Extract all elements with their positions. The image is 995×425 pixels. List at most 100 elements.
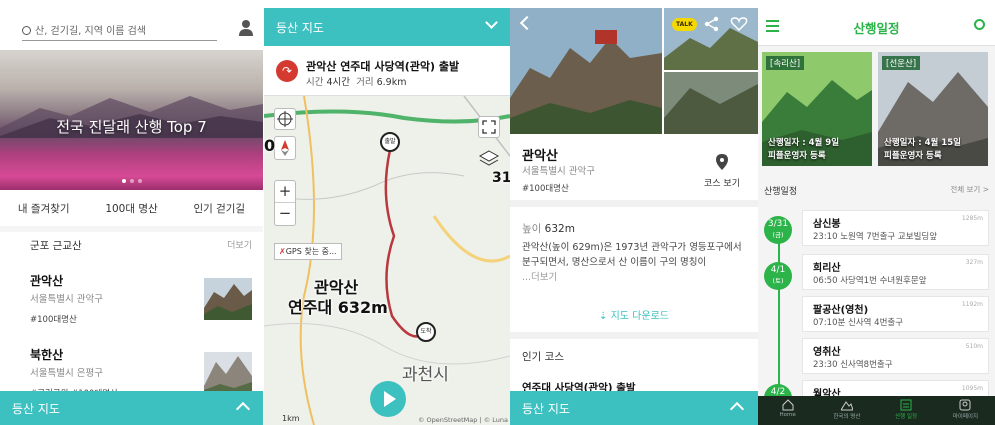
- timeline-line: [778, 218, 780, 393]
- top100-link[interactable]: 100대 명산: [105, 201, 157, 216]
- route-meta: 시간 4시간 거리 6.9km: [306, 77, 407, 88]
- trip-name: 희리산: [813, 263, 841, 274]
- search-placeholder: 산, 걷기길, 지역 이름 검색: [35, 26, 147, 37]
- carousel-dots[interactable]: [0, 173, 263, 186]
- list-item[interactable]: 관악산 서울특별시 관악구 #100대명산: [30, 272, 252, 332]
- view-all-link[interactable]: 전체 보기 >: [950, 184, 989, 195]
- search-icon[interactable]: [974, 19, 985, 30]
- more-link[interactable]: ...더보기: [522, 272, 557, 283]
- trip-date: 산행일자 : 4월 9일: [768, 138, 840, 148]
- featured-trip-card[interactable]: [속리산] 산행일자 : 4월 9일 피플운영자 등록: [762, 52, 872, 166]
- peak-subtitle: 연주대 632m: [288, 298, 388, 317]
- compass-button[interactable]: [274, 108, 296, 130]
- zoom-in-button[interactable]: +: [275, 181, 295, 203]
- drawer-label: 등산 지도: [522, 402, 570, 416]
- mountain-detail-screen: TALK 관악산 서울특별시 관악구 #100대명산 코스 보기 높이 632m…: [510, 8, 758, 425]
- schedule-screen: 산행일정 [속리산] 산행일자 : 4월 9일 피플운영자 등록 [선운산] 산…: [758, 8, 995, 425]
- section-header: 군포 근교산 더보기: [30, 238, 252, 253]
- mountain-description: 관악산(높이 629m)은 1973년 관악구가 영등포구에서 분구되면서, 명…: [522, 242, 742, 283]
- end-marker[interactable]: 도착: [416, 322, 436, 342]
- zoom-out-button[interactable]: −: [275, 203, 295, 225]
- mountain-thumbnail: [204, 352, 252, 394]
- table-row[interactable]: 영취산 23:30 신사역8번출구 510m: [802, 338, 989, 374]
- zoom-control[interactable]: + −: [274, 180, 296, 226]
- table-row[interactable]: 삼신봉 23:10 노원역 7번출구 교보빌딩앞 1285m: [802, 210, 989, 246]
- chevron-up-icon: [729, 401, 745, 417]
- map-scale: 1km: [282, 414, 300, 423]
- trip-detail: 06:50 사당역1번 수녀원후문앞: [813, 276, 927, 286]
- map-drawer-bar[interactable]: 등산 지도: [510, 391, 758, 425]
- photo-gallery[interactable]: TALK: [510, 8, 758, 134]
- expand-icon: [482, 120, 496, 134]
- table-row[interactable]: 희리산 06:50 사당역1번 수녀원후문앞 327m: [802, 254, 989, 290]
- north-arrow-icon: [281, 140, 289, 156]
- trip-height: 1095m: [961, 385, 983, 392]
- trip-name: 삼신봉: [813, 219, 841, 230]
- mountain-thumbnail: [204, 278, 252, 320]
- popular-trails-link[interactable]: 인기 걷기길: [193, 201, 245, 216]
- home-icon: [782, 399, 794, 411]
- fullscreen-button[interactable]: [478, 116, 500, 138]
- trip-tag: [선운산]: [882, 56, 921, 70]
- map-download-button[interactable]: ⇣ 지도 다운로드: [510, 307, 758, 322]
- route-distance: 6.9km: [376, 77, 407, 88]
- more-link[interactable]: 더보기: [227, 238, 252, 251]
- drawer-label: 등산 지도: [12, 402, 60, 416]
- map-attribution: © OpenStreetMap | © Luna: [417, 416, 508, 424]
- route-info[interactable]: ↷ 관악산 연주대 사당역(관악) 출발 시간 4시간 거리 6.9km: [264, 46, 510, 96]
- gps-status: ✗GPS 찾는 중...: [274, 243, 342, 260]
- favorites-link[interactable]: 내 즐겨찾기: [18, 201, 70, 216]
- mypage-icon: [959, 399, 971, 411]
- city-label: 과천시: [402, 365, 449, 385]
- trail-map[interactable]: + − 0 31 ✗GPS 찾는 중... 관악산 연주대 632m 과천시 출…: [264, 96, 510, 425]
- hero-banner[interactable]: 전국 진달래 산행 Top 7: [0, 50, 263, 190]
- tab-schedule[interactable]: 산행 일정: [877, 396, 936, 425]
- crosshair-icon: [277, 111, 293, 127]
- trip-detail: 23:10 노원역 7번출구 교보빌딩앞: [813, 232, 938, 242]
- hero-title: 전국 진달래 산행 Top 7: [56, 118, 207, 136]
- user-icon[interactable]: [238, 19, 254, 37]
- schedule-header: 산행일정: [758, 8, 995, 46]
- calendar-icon: [900, 399, 912, 411]
- course-view-button[interactable]: 코스 보기: [700, 154, 744, 189]
- mountain-height: 높이 632m: [522, 223, 575, 235]
- layers-button[interactable]: [478, 148, 500, 170]
- map-screen: 등산 지도 ↷ 관악산 연주대 사당역(관악) 출발 시간 4시간 거리 6.9…: [264, 8, 510, 425]
- schedule-label: 산행일정: [764, 187, 798, 197]
- chevron-up-icon: [235, 401, 251, 417]
- trip-detail: 23:30 신사역8번출구: [813, 360, 893, 370]
- table-row[interactable]: 팔공산(영천) 07:10분 신사역 4번출구 1192m: [802, 296, 989, 332]
- trip-detail: 07:10분 신사역 4번출구: [813, 318, 904, 328]
- map-header[interactable]: 등산 지도: [264, 8, 510, 46]
- timeline-date: 4/1 (토): [764, 262, 792, 290]
- route-time: 4시간: [326, 77, 351, 88]
- share-icon[interactable]: [704, 16, 720, 32]
- page-title: 산행일정: [853, 21, 900, 36]
- mountain-icon: [840, 401, 853, 411]
- turn-right-icon: ↷: [276, 60, 298, 82]
- timeline-date: 3/31 (금): [764, 216, 792, 244]
- map-pin-icon: [716, 154, 728, 170]
- kakao-talk-icon[interactable]: TALK: [672, 18, 697, 31]
- map-drawer-bar[interactable]: 등산 지도: [0, 391, 263, 425]
- play-button[interactable]: [370, 381, 406, 417]
- trip-tag: [속리산]: [766, 56, 805, 70]
- start-marker[interactable]: 출발: [380, 132, 400, 152]
- north-button[interactable]: [274, 136, 296, 160]
- popular-courses-title: 인기 코스: [522, 351, 564, 363]
- tab-home[interactable]: Home: [758, 396, 817, 425]
- trip-name: 영취산: [813, 347, 841, 358]
- tab-famous-mountains[interactable]: 한국의 명산: [817, 396, 876, 425]
- tab-mypage[interactable]: 마이페이지: [936, 396, 995, 425]
- mountain-location: 서울특별시 관악구: [522, 166, 595, 177]
- divider: [510, 332, 758, 339]
- trip-organizer: 피플운영자 등록: [884, 151, 942, 161]
- gps-off-icon: ✗: [279, 247, 286, 256]
- featured-trip-card[interactable]: [선운산] 산행일자 : 4월 15일 피플운영자 등록: [878, 52, 988, 166]
- search-icon: [22, 26, 31, 35]
- map-edge-label: 0: [264, 136, 276, 155]
- trip-date: 산행일자 : 4월 15일: [884, 138, 961, 148]
- mountain-photos: [510, 8, 758, 134]
- heart-icon[interactable]: [730, 16, 748, 32]
- search-input[interactable]: 산, 걷기길, 지역 이름 검색: [22, 17, 217, 41]
